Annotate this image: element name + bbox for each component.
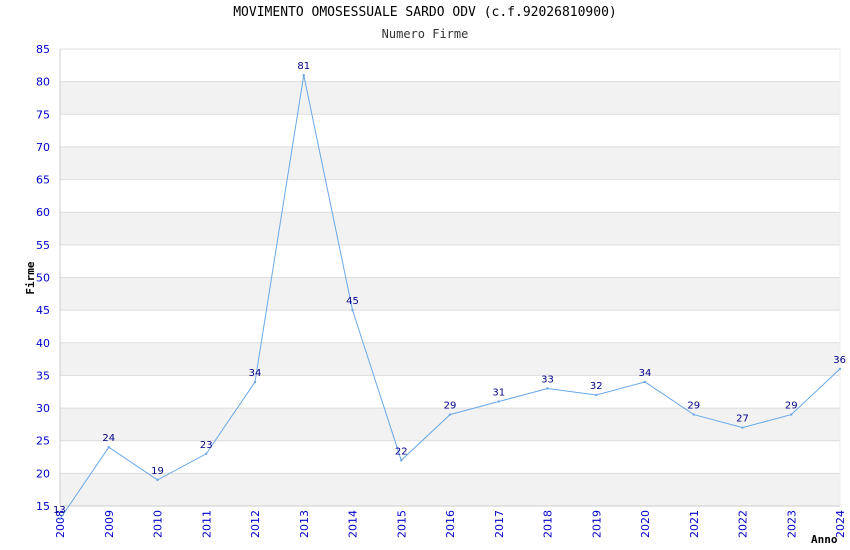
grid-band xyxy=(60,114,840,147)
y-tick-label: 15 xyxy=(36,500,50,513)
x-tick-label: 2018 xyxy=(542,510,555,538)
data-label: 33 xyxy=(541,374,554,385)
data-label: 22 xyxy=(395,446,408,457)
grid-band xyxy=(60,49,840,82)
x-tick-label: 2015 xyxy=(395,510,408,538)
data-point xyxy=(351,308,354,312)
data-point xyxy=(302,73,305,77)
x-tick-label: 2023 xyxy=(785,510,798,538)
data-label: 81 xyxy=(297,61,310,72)
data-label: 34 xyxy=(249,368,262,379)
y-tick-label: 45 xyxy=(36,304,50,317)
grid-band xyxy=(60,179,840,213)
data-label: 23 xyxy=(200,440,213,451)
x-tick-label: 2016 xyxy=(444,510,457,538)
data-point xyxy=(692,413,695,416)
y-tick-label: 75 xyxy=(36,108,50,121)
data-point xyxy=(400,459,403,462)
x-tick-label: 2012 xyxy=(249,510,262,538)
data-point xyxy=(253,380,257,384)
y-tick-label: 40 xyxy=(36,337,50,350)
y-tick-label: 85 xyxy=(36,43,50,56)
chart: MOVIMENTO OMOSESSUALE SARDO ODV (c.f.920… xyxy=(0,0,850,550)
data-point xyxy=(790,413,793,416)
data-point xyxy=(205,452,208,455)
y-tick-label: 25 xyxy=(36,435,50,448)
grid-band xyxy=(60,310,840,343)
y-tick-label: 50 xyxy=(36,272,50,285)
y-tick-label: 30 xyxy=(36,402,50,415)
y-tick-label: 55 xyxy=(36,239,50,252)
data-label: 29 xyxy=(785,401,798,412)
y-tick-label: 70 xyxy=(36,141,50,154)
chart-plot: 1520253035404550556065707580852008 2009 20… xyxy=(24,43,847,546)
grid-band xyxy=(60,146,840,180)
x-axis-title: Anno xyxy=(811,533,838,546)
data-point xyxy=(838,367,842,371)
grid-band xyxy=(60,277,840,311)
x-tick-label: 2013 xyxy=(298,510,311,538)
data-point xyxy=(546,387,549,390)
x-tick-label: 2022 xyxy=(737,510,750,538)
grid-band xyxy=(60,81,840,115)
data-point xyxy=(643,380,647,384)
grid-band xyxy=(60,342,840,376)
data-label: 32 xyxy=(590,381,603,392)
data-label: 31 xyxy=(492,388,505,399)
data-point xyxy=(497,400,500,403)
x-tick-label: 2020 xyxy=(639,510,652,538)
data-label: 36 xyxy=(833,355,846,366)
y-axis-title: Firme xyxy=(24,261,37,294)
data-point xyxy=(741,426,744,429)
y-tick-label: 60 xyxy=(36,206,50,219)
data-point xyxy=(595,393,598,397)
data-label: 24 xyxy=(102,433,115,444)
y-tick-label: 35 xyxy=(36,369,50,382)
x-tick-label: 2011 xyxy=(200,510,213,538)
y-tick-label: 80 xyxy=(36,76,50,89)
grid-band xyxy=(60,440,840,474)
x-tick-label: 2009 xyxy=(103,510,116,538)
data-point xyxy=(107,446,110,449)
data-point xyxy=(156,478,159,482)
x-tick-label: 2014 xyxy=(347,510,360,538)
y-tick-label: 65 xyxy=(36,174,50,187)
grid-band xyxy=(60,473,840,506)
data-label: 13 xyxy=(53,505,66,516)
y-tick-label: 20 xyxy=(36,467,50,480)
data-label: 34 xyxy=(639,368,652,379)
x-tick-label: 2010 xyxy=(152,510,165,538)
grid-band xyxy=(60,212,840,245)
grid-band xyxy=(60,244,840,278)
x-tick-label: 2021 xyxy=(688,510,701,538)
data-point xyxy=(58,517,62,521)
data-label: 19 xyxy=(151,466,164,477)
data-label: 45 xyxy=(346,296,359,307)
grid-band xyxy=(60,408,840,441)
data-label: 27 xyxy=(736,414,749,425)
data-point xyxy=(448,413,452,416)
x-tick-label: 2019 xyxy=(590,510,603,538)
data-label: 29 xyxy=(687,401,700,412)
data-label: 29 xyxy=(444,401,457,412)
x-tick-label: 2017 xyxy=(493,510,506,538)
